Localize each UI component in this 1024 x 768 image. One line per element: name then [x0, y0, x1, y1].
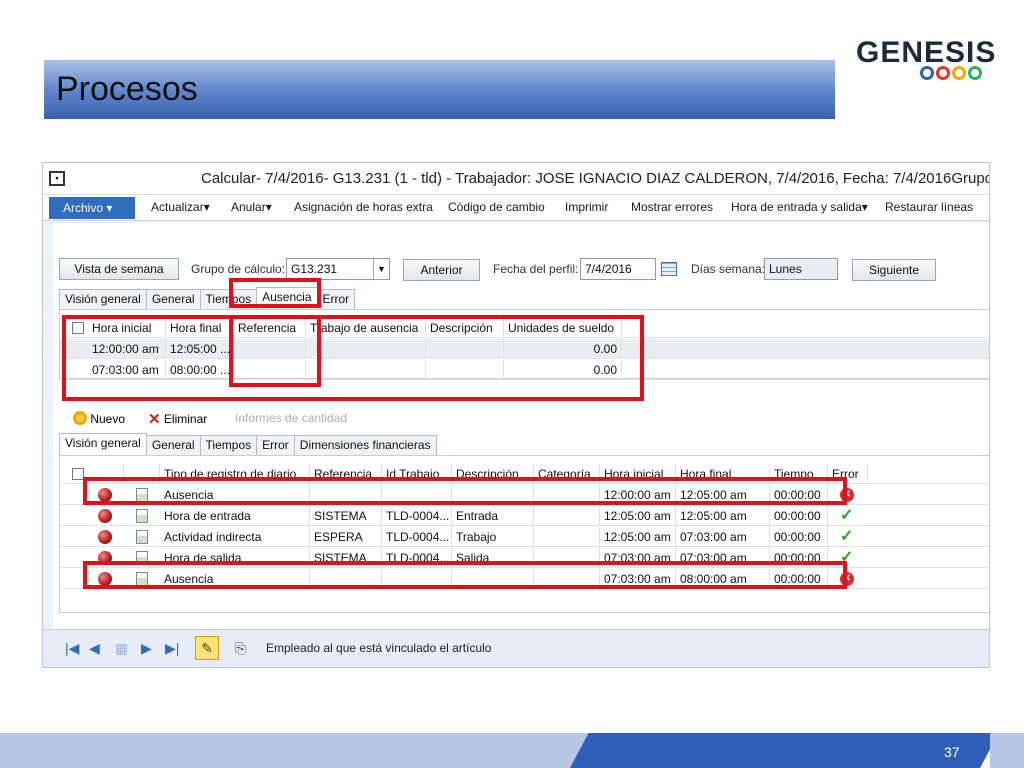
siguiente-button[interactable]: Siguiente	[852, 259, 936, 281]
tab-vision-general[interactable]: Visión general	[59, 289, 147, 309]
menu-imprimir[interactable]: Imprimir	[565, 200, 608, 214]
dias-semana-label: Días semana:	[691, 262, 766, 276]
vista-semana-button[interactable]: Vista de semana	[59, 258, 179, 280]
grupo-calculo-label: Grupo de cálculo:	[191, 262, 286, 276]
menu-asignacion-horas-extra[interactable]: Asignación de horas extra	[294, 200, 433, 214]
eliminar-button[interactable]: ✕ Eliminar	[148, 410, 207, 430]
cell-descripcion: Trabajo	[452, 527, 534, 547]
logo-ring-icon	[936, 66, 950, 80]
fecha-perfil-label: Fecha del perfil:	[493, 262, 579, 276]
logo-rings	[920, 66, 982, 80]
logo-ring-icon	[968, 66, 982, 80]
app-window-icon: ▪	[49, 171, 65, 186]
footer-band-right	[570, 733, 999, 768]
highlight-ausencia-tab	[229, 278, 321, 308]
menu-hora-entrada-salida[interactable]: Hora de entrada y salida▾	[731, 200, 868, 214]
tab-tiempos-lines[interactable]: Tiempos	[199, 435, 258, 455]
last-record-icon[interactable]: ▶|	[165, 641, 179, 655]
cell-id-trabajo: TLD-0004...	[382, 527, 452, 547]
page-number: 37	[944, 744, 960, 760]
nuevo-button[interactable]: Nuevo	[73, 411, 125, 431]
menu-mostrar-errores[interactable]: Mostrar errores	[631, 200, 713, 214]
tab-general[interactable]: General	[145, 289, 201, 309]
menu-actualizar[interactable]: Actualizar▾	[151, 200, 210, 214]
nuevo-label: Nuevo	[90, 412, 126, 426]
tab-dimensiones-financieras[interactable]: Dimensiones financieras	[293, 435, 437, 455]
status-ball-icon	[98, 509, 112, 523]
highlight-ausencia-grid	[62, 315, 644, 401]
highlight-referencia-column	[229, 315, 321, 387]
footer-band-left	[0, 733, 600, 768]
journal-doc-icon	[136, 509, 148, 523]
new-sun-icon	[73, 411, 87, 425]
checkmark-icon: ✓	[840, 528, 854, 545]
tab-error-lines[interactable]: Error	[256, 435, 295, 455]
cell-referencia: SISTEMA	[310, 506, 382, 526]
eliminar-label: Eliminar	[163, 412, 208, 426]
menu-restaurar-lineas[interactable]: Restaurar líneas	[885, 200, 973, 214]
menu-codigo-cambio[interactable]: Código de cambio	[448, 200, 545, 214]
logo-ring-icon	[952, 66, 966, 80]
cell-tipo-registro: Hora de entrada	[160, 506, 310, 526]
checkmark-icon: ✓	[840, 507, 854, 524]
slide-title: Procesos	[56, 70, 198, 108]
menu-anular[interactable]: Anular▾	[231, 200, 272, 214]
next-record-icon[interactable]: ▶	[141, 641, 152, 655]
cell-categoria	[534, 527, 600, 547]
form-content: Vista de semana Grupo de cálculo: G13.23…	[53, 223, 989, 629]
window-titlebar: ▪ Calcular- 7/4/2016- G13.231 (1 - tld) …	[43, 163, 989, 195]
cell-categoria	[534, 506, 600, 526]
cell-id-trabajo: TLD-0004...	[382, 506, 452, 526]
status-ball-icon	[98, 530, 112, 544]
journal-doc-icon	[136, 530, 148, 544]
calcular-window: ▪ Calcular- 7/4/2016- G13.231 (1 - tld) …	[42, 162, 990, 668]
status-text: Empleado al que está vinculado el artícu…	[266, 641, 492, 655]
grid-view-icon[interactable]: ▦	[115, 641, 128, 655]
cell-tiempo: 00:00:00	[770, 527, 828, 547]
window-title: Calcular- 7/4/2016- G13.231 (1 - tld) - …	[201, 170, 990, 187]
attachment-clipboard-icon[interactable]: ⎘	[235, 641, 246, 655]
table-row[interactable]: Hora de entrada SISTEMA TLD-0004... Entrada…	[60, 506, 989, 526]
cell-descripcion: Entrada	[452, 506, 534, 526]
cell-referencia: ESPERA	[310, 527, 382, 547]
first-record-icon[interactable]: |◀	[65, 641, 79, 655]
informes-cantidad-button[interactable]: Informes de cantidad	[235, 411, 347, 431]
cell-hora-final: 07:03:00 am	[676, 527, 770, 547]
table-row[interactable]: Actividad indirecta ESPERA TLD-0004... Trab…	[60, 527, 989, 547]
grupo-calculo-select[interactable]: G13.231 ▼	[286, 258, 390, 280]
tab-vision-general-lines[interactable]: Visión general	[59, 433, 147, 455]
logo-ring-icon	[920, 66, 934, 80]
slide-title-bar: Procesos	[44, 60, 835, 119]
cell-tipo-registro: Actividad indirecta	[160, 527, 310, 547]
cell-hora-inicial: 12:05:00 am	[600, 527, 676, 547]
highlight-row-ausencia-2	[83, 561, 847, 589]
previous-record-icon[interactable]: ◀	[89, 641, 100, 655]
highlight-row-ausencia-1	[83, 477, 847, 505]
genesis-logo: GENESIS	[856, 36, 996, 86]
statusbar: |◀ ◀ ▦ ▶ ▶| ✎ ⎘ Empleado al que está vin…	[43, 629, 989, 667]
dias-semana-field: Lunes	[764, 258, 838, 280]
edit-pencil-icon[interactable]: ✎	[195, 636, 219, 660]
archivo-menu-button[interactable]: Archivo ▾	[49, 197, 135, 219]
grupo-calculo-value: G13.231	[291, 262, 338, 276]
menubar: Archivo ▾ Actualizar▾ Anular▾ Asignación…	[43, 195, 989, 221]
footer-band-tail	[990, 733, 1024, 768]
tab-error[interactable]: Error	[316, 289, 356, 309]
delete-x-icon: ✕	[148, 411, 161, 428]
cell-hora-final: 12:05:00 am	[676, 506, 770, 526]
cell-tiempo: 00:00:00	[770, 506, 828, 526]
bottom-tabs: Visión general General Tiempos Error Dim…	[59, 433, 437, 455]
fecha-perfil-field[interactable]: 7/4/2016	[580, 258, 656, 280]
anterior-button[interactable]: Anterior	[403, 259, 480, 281]
calendar-icon[interactable]	[661, 262, 677, 276]
tab-general-lines[interactable]: General	[145, 435, 201, 455]
chevron-down-icon[interactable]: ▼	[373, 259, 389, 279]
logo-text: GENESIS	[856, 36, 997, 69]
cell-hora-inicial: 12:05:00 am	[600, 506, 676, 526]
